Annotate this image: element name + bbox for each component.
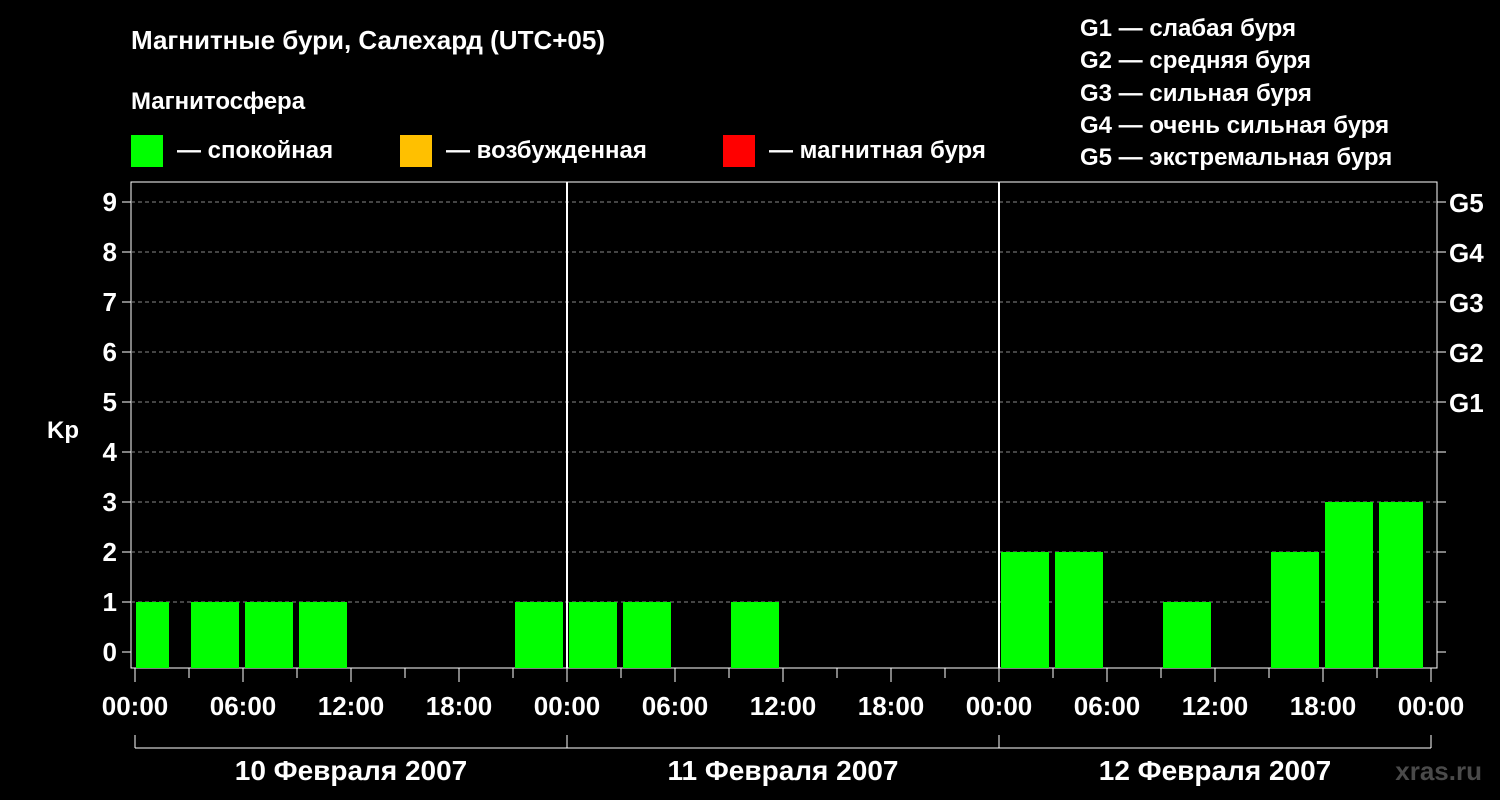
storm-level-label-g1: G1 xyxy=(1449,388,1484,418)
y-tick-label: 8 xyxy=(103,237,117,267)
y-tick-label: 7 xyxy=(103,287,117,317)
x-tick-label: 00:00 xyxy=(1398,691,1465,721)
kp-bar xyxy=(569,602,617,668)
kp-bar xyxy=(1001,552,1049,668)
x-tick-label: 00:00 xyxy=(966,691,1033,721)
kp-bar xyxy=(623,602,671,668)
legend-label-excited: — возбужденная xyxy=(446,137,647,164)
x-tick-label: 18:00 xyxy=(1290,691,1357,721)
kp-chart: Магнитные бури, Салехард (UTC+05) Магнит… xyxy=(47,15,1484,786)
storm-scale-g4: G4 — очень сильная буря xyxy=(1080,112,1389,139)
kp-bar xyxy=(1325,502,1373,668)
kp-bar xyxy=(245,602,293,668)
storm-scale-g1: G1 — слабая буря xyxy=(1080,15,1296,42)
y-axis-label: Kp xyxy=(47,417,79,444)
kp-bar xyxy=(299,602,347,668)
kp-bar xyxy=(1163,602,1211,668)
y-tick-label: 5 xyxy=(103,387,117,417)
watermark: xras.ru xyxy=(1395,756,1482,786)
kp-bar xyxy=(1271,552,1319,668)
x-tick-label: 12:00 xyxy=(750,691,817,721)
storm-scale-g2: G2 — средняя буря xyxy=(1080,47,1311,74)
kp-bar xyxy=(1379,502,1423,668)
legend-label-calm: — спокойная xyxy=(177,137,333,164)
legend-swatch-calm xyxy=(131,135,163,167)
storm-scale-legend: G1 — слабая буря G2 — средняя буря G3 — … xyxy=(1080,15,1392,171)
day-label: 10 Февраля 2007 xyxy=(235,755,467,786)
y-tick-label: 0 xyxy=(103,637,117,667)
x-tick-label: 00:00 xyxy=(102,691,169,721)
kp-bar xyxy=(731,602,779,668)
day-label: 11 Февраля 2007 xyxy=(668,755,899,786)
plot-frame xyxy=(130,181,1438,669)
x-tick-label: 06:00 xyxy=(210,691,277,721)
day-label: 12 Февраля 2007 xyxy=(1099,755,1331,786)
y-tick-label: 4 xyxy=(103,437,118,467)
x-tick-label: 18:00 xyxy=(426,691,493,721)
storm-level-label-g3: G3 xyxy=(1449,288,1484,318)
kp-bar xyxy=(515,602,563,668)
kp-bar xyxy=(191,602,239,668)
y-tick-label: 6 xyxy=(103,337,117,367)
kp-bar xyxy=(1055,552,1103,668)
chart-title: Магнитные бури, Салехард (UTC+05) xyxy=(131,25,605,55)
y-tick-label: 9 xyxy=(103,187,117,217)
x-tick-label: 18:00 xyxy=(858,691,925,721)
storm-level-label-g4: G4 xyxy=(1449,238,1484,268)
legend-label-storm: — магнитная буря xyxy=(769,137,986,164)
x-tick-label: 12:00 xyxy=(1182,691,1249,721)
storm-scale-g3: G3 — сильная буря xyxy=(1080,80,1312,107)
x-tick-label: 06:00 xyxy=(1074,691,1141,721)
plot-area: 0 1 2 3 4 5 6 7 8 9 G1 G2 G3 G4 G5 00:00 06:00 12:00 18:00… xyxy=(102,181,1484,786)
y-tick-label: 1 xyxy=(103,587,117,617)
legend-header: Магнитосфера xyxy=(131,88,306,115)
kp-bar xyxy=(136,602,169,668)
color-legend: — спокойная — возбужденная — магнитная б… xyxy=(131,135,986,167)
storm-level-label-g5: G5 xyxy=(1449,188,1484,218)
storm-scale-g5: G5 — экстремальная буря xyxy=(1080,144,1392,171)
legend-swatch-excited xyxy=(400,135,432,167)
x-tick-label: 12:00 xyxy=(318,691,385,721)
legend-swatch-storm xyxy=(723,135,755,167)
x-tick-label: 06:00 xyxy=(642,691,709,721)
y-tick-label: 3 xyxy=(103,487,117,517)
x-tick-label: 00:00 xyxy=(534,691,601,721)
y-tick-label: 2 xyxy=(103,537,117,567)
storm-level-label-g2: G2 xyxy=(1449,338,1484,368)
